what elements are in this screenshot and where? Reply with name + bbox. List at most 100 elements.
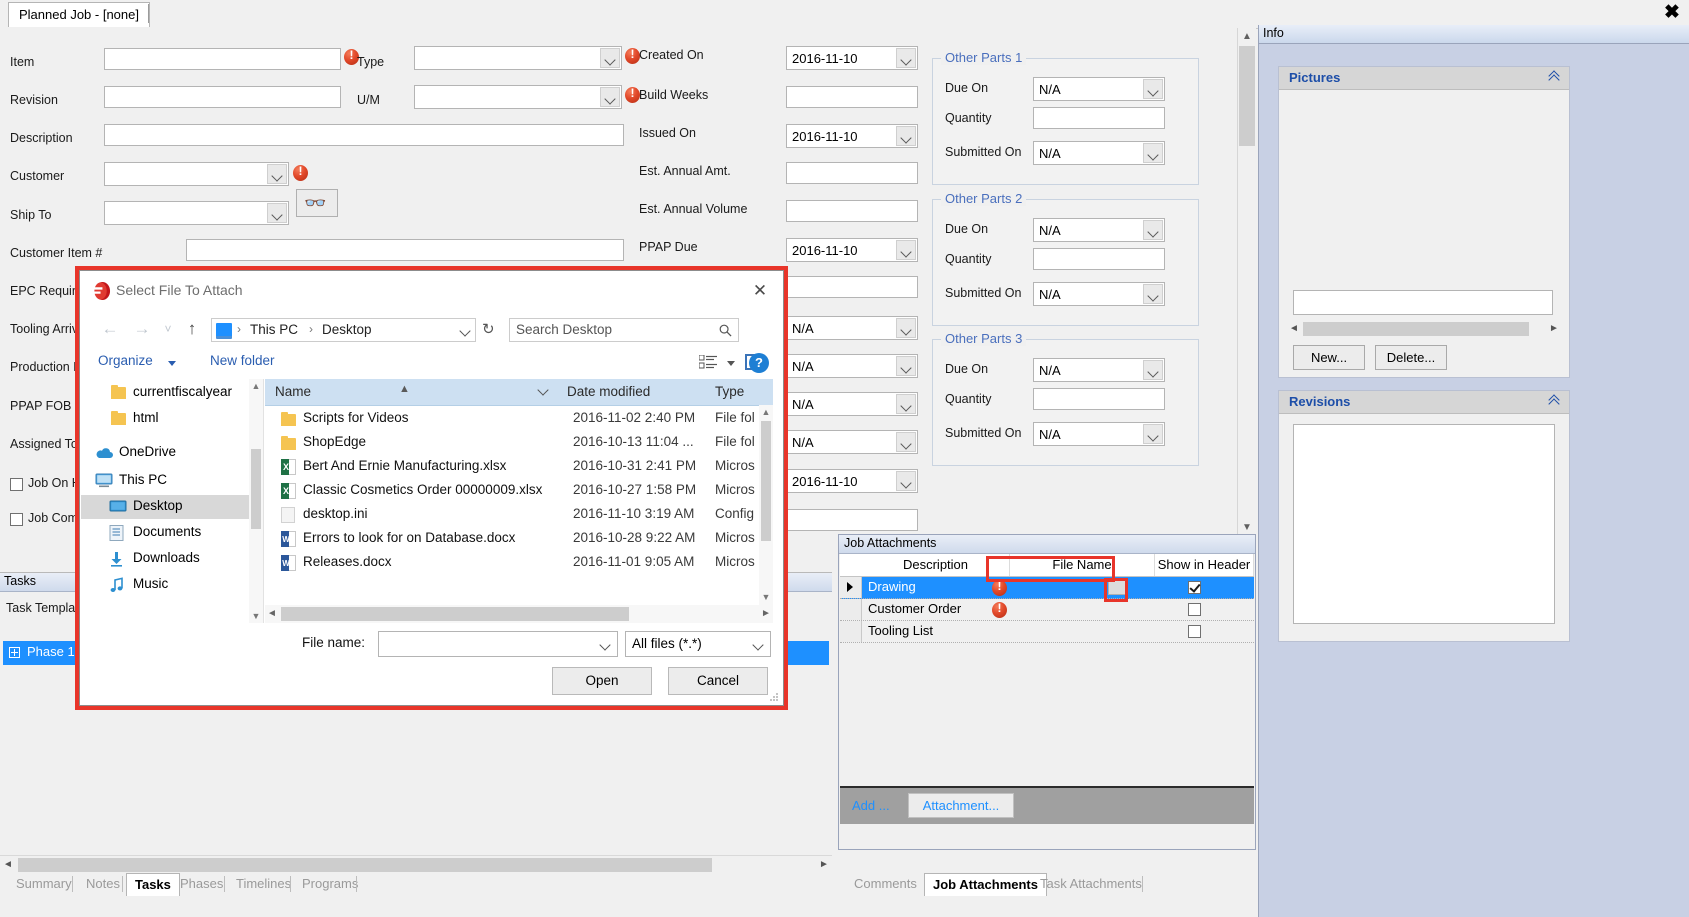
chevron-down-icon[interactable]	[461, 327, 471, 333]
chevron-down-icon[interactable]	[896, 394, 916, 414]
file-type-select[interactable]: All files (*.*)	[625, 631, 771, 657]
created-on-combo[interactable]: 2016-11-10	[786, 46, 918, 70]
organize-button[interactable]: Organize	[98, 353, 153, 368]
scroll-up-icon[interactable]: ▲	[249, 379, 263, 394]
revision-input[interactable]	[104, 86, 341, 108]
close-icon[interactable]: ✕	[747, 279, 773, 303]
nav-item-downloads[interactable]: Downloads	[81, 547, 263, 571]
nav-item-this-pc[interactable]: This PC	[81, 469, 263, 493]
chevron-down-icon[interactable]	[1143, 79, 1163, 99]
scroll-up-icon[interactable]: ▲	[1238, 28, 1256, 45]
chevron-down-icon[interactable]	[896, 240, 916, 260]
search-icon[interactable]	[719, 324, 732, 337]
scroll-right-icon[interactable]: ►	[1547, 320, 1561, 337]
scroll-down-icon[interactable]: ▼	[249, 609, 263, 624]
close-icon[interactable]: ✖	[1661, 2, 1683, 24]
description-input[interactable]	[104, 124, 624, 146]
scroll-down-icon[interactable]: ▼	[759, 590, 773, 605]
scroll-left-icon[interactable]: ◄	[1287, 320, 1301, 337]
chevron-down-icon[interactable]	[600, 87, 620, 107]
other-parts-3-submitted-on[interactable]: N/A	[1033, 422, 1165, 446]
row-show-in-header-checkbox[interactable]	[1188, 603, 1201, 616]
scroll-right-icon[interactable]: ►	[816, 856, 832, 873]
tab-job-attachments[interactable]: Job Attachments	[924, 873, 1047, 896]
type-combo[interactable]	[414, 46, 622, 70]
tasks-horizontal-scrollbar[interactable]: ◄ ►	[0, 855, 832, 874]
tab-notes[interactable]: Notes	[78, 873, 128, 895]
scrollbar-thumb[interactable]	[1239, 46, 1255, 146]
breadcrumb-desktop[interactable]: Desktop	[322, 322, 372, 337]
chevron-down-icon[interactable]	[1143, 143, 1163, 163]
list-item[interactable]: Errors to look for on Database.docx 2016…	[265, 527, 773, 551]
chevron-down-icon[interactable]	[896, 432, 916, 452]
attachment-button[interactable]: Attachment...	[908, 793, 1014, 818]
right-extra-input-2[interactable]	[786, 509, 918, 531]
nav-item-desktop[interactable]: Desktop	[81, 495, 263, 519]
navpane-scrollbar[interactable]: ▲ ▼	[249, 379, 263, 624]
tab-phases[interactable]: Phases	[172, 873, 231, 895]
recent-locations-icon[interactable]: ˅	[156, 317, 180, 341]
chevron-down-icon[interactable]	[754, 641, 763, 647]
job-on-hold-checkbox[interactable]	[10, 478, 23, 491]
ship-to-combo[interactable]	[104, 201, 289, 225]
chevron-down-icon[interactable]	[600, 48, 620, 68]
delete-picture-button[interactable]: Delete...	[1375, 345, 1447, 370]
customer-search-button[interactable]: 👓	[296, 189, 338, 217]
column-name[interactable]: Name	[265, 379, 555, 405]
scrollbar-thumb[interactable]	[761, 421, 771, 541]
other-parts-1-quantity[interactable]	[1033, 107, 1165, 129]
revisions-list[interactable]	[1293, 424, 1555, 624]
ppap-due-combo[interactable]: 2016-11-10	[786, 238, 918, 262]
resize-grip-icon[interactable]	[769, 692, 779, 702]
other-parts-2-quantity[interactable]	[1033, 248, 1165, 270]
nav-item-documents[interactable]: Documents	[81, 521, 263, 545]
scroll-right-icon[interactable]: ►	[759, 605, 773, 622]
issued-on-combo[interactable]: 2016-11-10	[786, 124, 918, 148]
tab-comments[interactable]: Comments	[846, 873, 925, 895]
list-item[interactable]: ShopEdge 2016-10-13 11:04 ... File fol	[265, 431, 773, 455]
chevron-down-icon[interactable]	[601, 641, 610, 647]
right-extra-input[interactable]	[786, 276, 918, 298]
customer-combo[interactable]	[104, 162, 289, 186]
customer-item-no-input[interactable]	[186, 239, 624, 261]
row-show-in-header-checkbox[interactable]	[1188, 581, 1201, 594]
help-icon[interactable]: ?	[749, 353, 769, 373]
chevron-down-icon[interactable]	[168, 361, 176, 366]
navigation-pane[interactable]: currentfiscalyear html OneDrive This PC …	[81, 379, 264, 624]
column-show-in-header[interactable]: Show in Header	[1155, 554, 1254, 576]
right-combo-3[interactable]: N/A	[786, 392, 918, 416]
um-combo[interactable]	[414, 85, 622, 109]
chevron-down-icon[interactable]	[896, 48, 916, 68]
chevron-up-icon[interactable]	[1549, 395, 1561, 407]
scrollbar-thumb[interactable]	[1303, 322, 1529, 336]
chevron-down-icon[interactable]	[1143, 220, 1163, 240]
right-combo-2[interactable]: N/A	[786, 354, 918, 378]
list-item[interactable]: Bert And Ernie Manufacturing.xlsx 2016-1…	[265, 455, 773, 479]
up-icon[interactable]: ↑	[180, 317, 204, 341]
row-show-in-header-checkbox[interactable]	[1188, 625, 1201, 638]
forward-icon[interactable]: →	[130, 317, 154, 341]
scrollbar-thumb[interactable]	[281, 607, 629, 621]
new-picture-button[interactable]: New...	[1293, 345, 1365, 370]
form-vertical-scrollbar[interactable]: ▲ ▼	[1237, 28, 1256, 536]
open-button[interactable]: Open	[552, 667, 652, 695]
breadcrumb-this-pc[interactable]: This PC	[250, 322, 298, 337]
scrollbar-thumb[interactable]	[251, 449, 261, 529]
chevron-down-icon[interactable]	[267, 164, 287, 184]
chevron-down-icon[interactable]	[896, 318, 916, 338]
job-complete-checkbox[interactable]	[10, 513, 23, 526]
build-weeks-input[interactable]	[786, 86, 918, 108]
pictures-horizontal-scrollbar[interactable]: ◄ ►	[1287, 320, 1561, 338]
other-parts-2-submitted-on[interactable]: N/A	[1033, 282, 1165, 306]
address-bar[interactable]: › This PC › Desktop	[211, 318, 476, 342]
table-row[interactable]: Customer Order	[840, 599, 1254, 621]
scroll-left-icon[interactable]: ◄	[265, 605, 279, 622]
chevron-down-icon[interactable]	[267, 203, 287, 223]
expand-icon[interactable]	[9, 647, 20, 658]
list-item[interactable]: desktop.ini 2016-11-10 3:19 AM Config	[265, 503, 773, 527]
list-item[interactable]: Releases.docx 2016-11-01 9:05 AM Micros	[265, 551, 773, 575]
chevron-down-icon[interactable]	[1143, 424, 1163, 444]
list-item[interactable]: Scripts for Videos 2016-11-02 2:40 PM Fi…	[265, 407, 773, 431]
chevron-down-icon[interactable]	[1143, 284, 1163, 304]
nav-item-html[interactable]: html	[81, 407, 263, 431]
